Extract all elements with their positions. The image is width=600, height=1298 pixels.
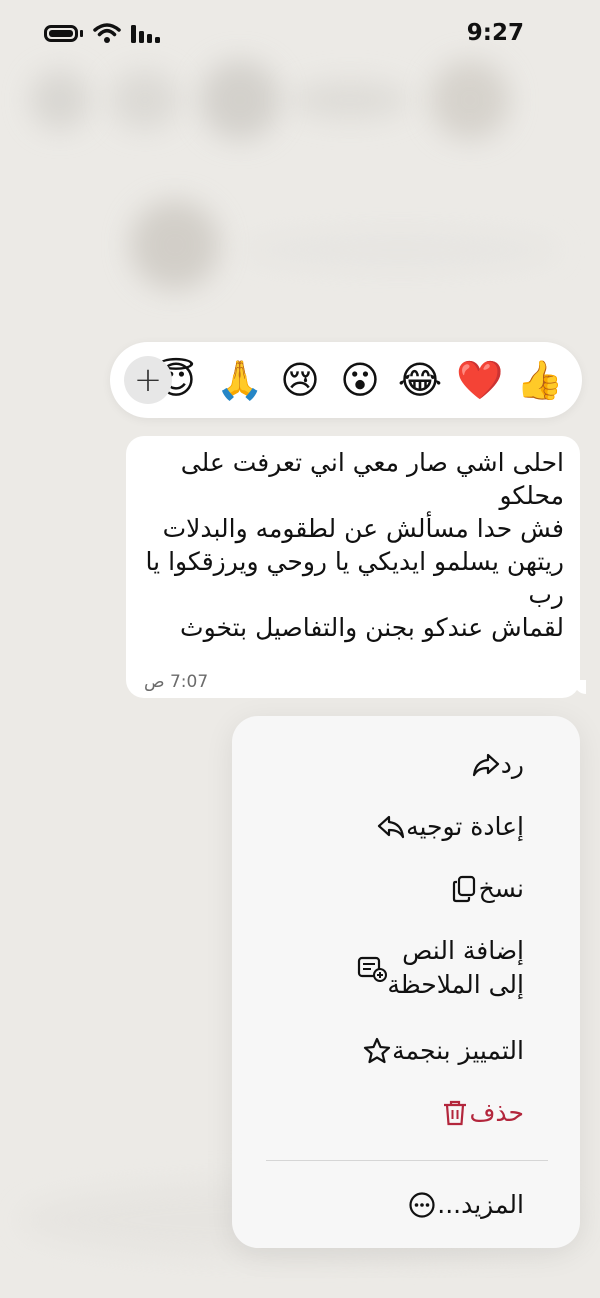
star-icon — [362, 1036, 392, 1066]
reaction-cry[interactable]: 😢 — [276, 358, 324, 402]
menu-star[interactable]: التمييز بنجمة — [362, 1034, 546, 1068]
message-line: رب — [528, 580, 564, 609]
menu-delete[interactable]: حذف — [440, 1096, 547, 1130]
message-line: ريتهن يسلمو ايديكي يا روحي ويرزقكوا يا — [145, 547, 564, 576]
menu-add-to-note-label: إضافة النص إلى الملاحظة — [387, 936, 524, 999]
message-line: فش حدا مسألش عن لطقومه والبدلات — [162, 514, 564, 543]
message-timestamp: 7:07 ص — [144, 672, 209, 692]
copy-icon — [449, 874, 479, 904]
menu-reply[interactable]: رد — [471, 748, 546, 782]
signal-icon — [131, 25, 160, 43]
menu-forward-label: إعادة توجيه — [406, 812, 524, 841]
menu-more-label: المزيد... — [437, 1190, 524, 1219]
battery-icon — [44, 24, 78, 42]
reaction-heart[interactable]: ❤️ — [456, 358, 504, 402]
menu-more[interactable]: المزيد... — [407, 1188, 546, 1222]
reaction-wow[interactable]: 😮 — [336, 358, 384, 402]
status-bar: 9:27 — [0, 0, 600, 70]
menu-star-label: التمييز بنجمة — [392, 1036, 524, 1065]
status-time: 9:27 — [466, 20, 524, 46]
trash-icon — [440, 1098, 470, 1128]
menu-delete-label: حذف — [469, 1098, 525, 1127]
message-line: لقماش عندكو بجنن والتفاصيل بتخوث — [180, 613, 564, 642]
message-line: احلى اشي صار معي اني تعرفت على — [180, 448, 564, 477]
menu-forward[interactable]: إعادة توجيه — [376, 810, 546, 844]
status-icons — [44, 22, 161, 44]
reply-arrow-icon — [471, 750, 501, 780]
context-menu: رد إعادة توجيه نسخ إضافة النص إلى الملاح… — [232, 716, 580, 1248]
menu-copy[interactable]: نسخ — [449, 872, 546, 906]
menu-reply-label: رد — [500, 750, 524, 779]
add-note-icon — [357, 953, 388, 983]
reaction-pray[interactable]: 🙏 — [216, 358, 264, 402]
message-bubble[interactable]: احلى اشي صار معي اني تعرفت على محلكو فش … — [126, 436, 580, 698]
message-line: محلكو — [499, 481, 564, 510]
menu-add-to-note[interactable]: إضافة النص إلى الملاحظة — [357, 934, 546, 1002]
menu-copy-label: نسخ — [478, 874, 524, 903]
reaction-thumbs-up[interactable]: 👍 — [516, 358, 564, 402]
reaction-bar: 😇 🙏 😢 😮 😂 ❤️ 👍 + — [110, 342, 582, 418]
menu-divider — [266, 1160, 548, 1161]
add-reaction-button[interactable]: + — [124, 356, 172, 404]
wifi-icon — [93, 23, 121, 43]
more-dots-icon — [407, 1190, 437, 1220]
forward-arrow-icon — [376, 812, 406, 842]
reaction-laugh[interactable]: 😂 — [396, 358, 444, 402]
